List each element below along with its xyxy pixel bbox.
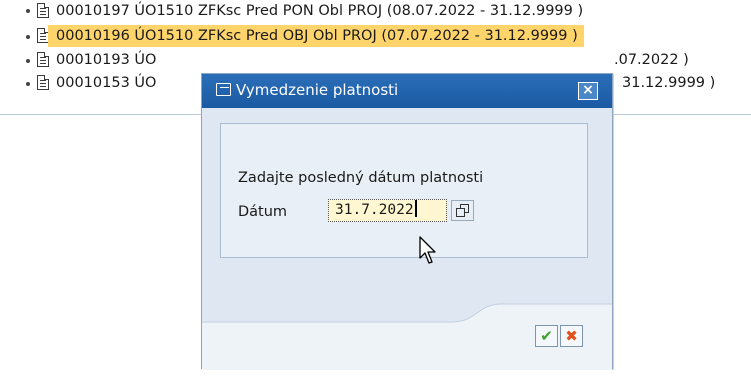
mouse-pointer-icon	[419, 236, 436, 264]
tree-row-selected[interactable]: 00010196 ÚO1510 ZFKsc Pred OBJ Obl PROJ …	[48, 25, 584, 47]
tree-row-text: 00010193 ÚO	[56, 52, 157, 68]
close-button[interactable]: ×	[578, 82, 598, 100]
tree-bullet	[26, 35, 30, 39]
dialog-title: Vymedzenie platnosti	[236, 81, 399, 99]
multiple-selection-icon-front	[456, 208, 465, 217]
tree-row-tail: .07.2022 )	[614, 52, 689, 68]
dialog-titlebar[interactable]: Vymedzenie platnosti ×	[202, 74, 612, 108]
tree-row[interactable]: 00010197 ÚO1510 ZFKsc Pred PON Obl PROJ …	[0, 0, 583, 22]
document-icon	[37, 3, 49, 18]
confirm-button[interactable]: ✔	[535, 325, 558, 347]
dialog-content-panel: Zadajte posledný dátum platnosti Dátum 3…	[220, 123, 588, 258]
cancel-button[interactable]: ✖	[560, 325, 583, 347]
tree-bullet	[26, 9, 30, 13]
date-input-value: 31.7.2022	[335, 202, 414, 218]
tree-row-text: 00010196 ÚO1510 ZFKsc Pred OBJ Obl PROJ …	[56, 28, 578, 44]
prompt-text: Zadajte posledný dátum platnosti	[238, 170, 484, 186]
date-field-label: Dátum	[238, 204, 288, 220]
text-caret	[414, 200, 417, 217]
multiple-selection-button[interactable]	[451, 200, 474, 221]
window-icon	[216, 83, 231, 96]
tree-row-tail: 31.12.9999 )	[622, 75, 716, 91]
tree-row-text: 00010197 ÚO1510 ZFKsc Pred PON Obl PROJ …	[56, 3, 584, 19]
validity-dialog: Vymedzenie platnosti × Zadajte posledný …	[201, 73, 613, 370]
date-input[interactable]: 31.7.2022	[328, 199, 447, 222]
tree-row-text: 00010153 ÚO	[56, 75, 157, 91]
tree-row[interactable]: 00010193 ÚO .07.2022 )	[0, 49, 751, 71]
